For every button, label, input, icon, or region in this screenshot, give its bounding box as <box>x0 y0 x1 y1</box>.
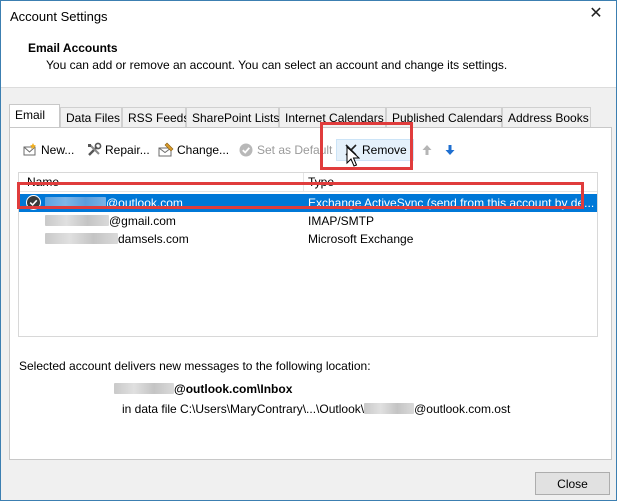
redacted-name <box>364 403 415 414</box>
repair-account-label: Repair... <box>105 143 150 157</box>
header-panel: Email Accounts You can add or remove an … <box>1 31 616 88</box>
account-list[interactable]: Name Type @outlook.com Exchange ActiveSy… <box>18 172 598 337</box>
set-as-default-label: Set as Default <box>257 143 333 157</box>
redacted-name <box>45 197 106 208</box>
change-account-label: Change... <box>177 143 230 157</box>
account-row[interactable]: damsels.com Microsoft Exchange <box>19 230 597 248</box>
column-divider[interactable] <box>303 173 304 192</box>
default-account-icon <box>26 195 41 210</box>
account-type: IMAP/SMTP <box>308 214 375 228</box>
check-circle-icon <box>238 142 254 158</box>
move-up-button[interactable] <box>417 139 437 161</box>
delivery-folder-path: @outlook.com\Inbox <box>114 382 292 396</box>
title-bar: Account Settings ✕ <box>1 1 616 31</box>
move-down-button[interactable] <box>440 139 460 161</box>
arrow-down-icon <box>442 142 458 158</box>
section-description: You can add or remove an account. You ca… <box>46 58 508 72</box>
column-header-name[interactable]: Name <box>27 175 59 189</box>
repair-account-button[interactable]: Repair... <box>84 139 152 161</box>
account-name: @gmail.com <box>45 214 176 228</box>
window-title: Account Settings <box>10 9 108 24</box>
tab-sharepoint-lists[interactable]: SharePoint Lists <box>186 107 279 127</box>
tab-rss-feeds[interactable]: RSS Feeds <box>122 107 189 127</box>
arrow-up-icon <box>419 142 435 158</box>
close-button[interactable]: Close <box>535 472 610 495</box>
new-mail-icon <box>22 142 38 158</box>
account-row[interactable]: @outlook.com Exchange ActiveSync (send f… <box>19 194 597 212</box>
new-account-label: New... <box>41 143 75 157</box>
account-row[interactable]: @gmail.com IMAP/SMTP <box>19 212 597 230</box>
tab-address-books[interactable]: Address Books <box>502 107 591 127</box>
account-settings-window: Account Settings ✕ Email Accounts You ca… <box>0 0 617 501</box>
mouse-cursor-icon <box>346 145 361 171</box>
account-type: Microsoft Exchange <box>308 232 414 246</box>
redacted-name <box>45 215 109 226</box>
delivery-label: Selected account delivers new messages t… <box>19 359 371 373</box>
tab-data-files[interactable]: Data Files <box>60 107 122 127</box>
redacted-name <box>114 383 174 394</box>
account-type: Exchange ActiveSync (send from this acco… <box>308 196 594 210</box>
change-settings-icon <box>158 142 174 158</box>
remove-account-label: Remove <box>362 143 407 157</box>
email-tab-panel: New... Repair... Change... Set as Defaul… <box>9 127 612 460</box>
set-as-default-button[interactable]: Set as Default <box>236 139 334 161</box>
change-account-button[interactable]: Change... <box>156 139 231 161</box>
tab-email[interactable]: Email <box>9 104 60 127</box>
column-header-type[interactable]: Type <box>308 175 334 189</box>
list-header: Name Type <box>19 173 597 192</box>
section-title: Email Accounts <box>28 41 118 55</box>
tools-icon <box>86 142 102 158</box>
account-name: damsels.com <box>45 232 189 246</box>
account-name: @outlook.com <box>45 196 183 210</box>
tab-published-calendars[interactable]: Published Calendars <box>386 107 503 127</box>
tab-internet-calendars[interactable]: Internet Calendars <box>279 107 386 127</box>
new-account-button[interactable]: New... <box>20 139 76 161</box>
close-window-icon[interactable]: ✕ <box>588 6 604 22</box>
redacted-name <box>45 233 118 244</box>
delivery-data-file: in data file C:\Users\MaryContrary\...\O… <box>122 402 511 416</box>
